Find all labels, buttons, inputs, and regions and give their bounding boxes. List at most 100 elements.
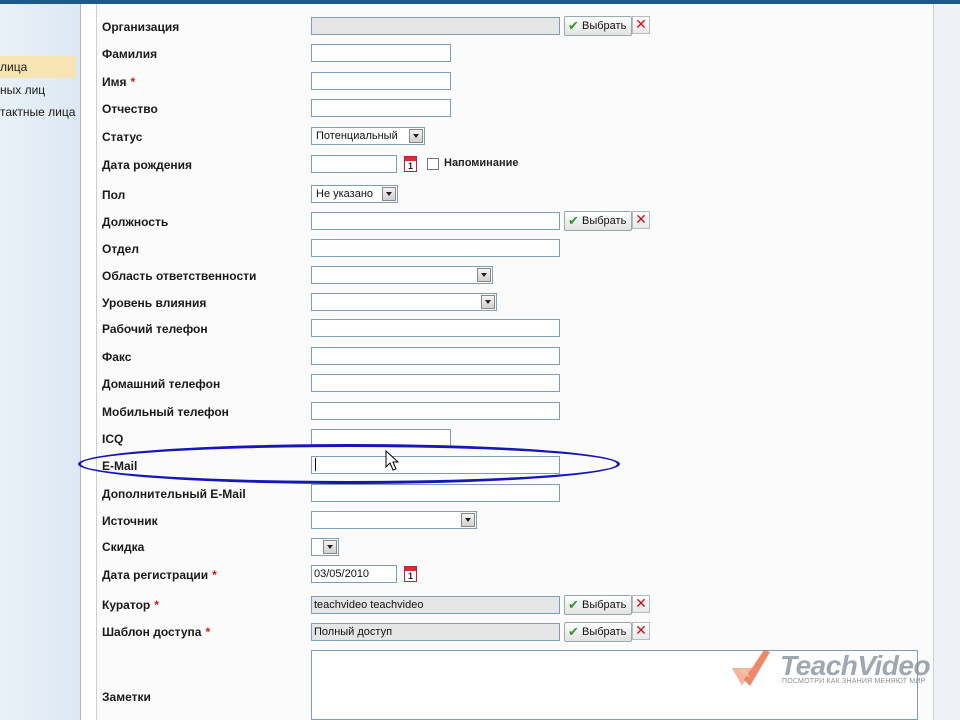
row-status: Статус Потенциальный xyxy=(100,127,930,153)
row-email: E-Mail xyxy=(100,456,930,482)
chevron-down-icon xyxy=(323,540,337,554)
responsibility-area-select[interactable] xyxy=(311,266,493,284)
status-selected: Потенциальный xyxy=(316,130,398,142)
chevron-down-icon xyxy=(382,187,396,201)
row-registration-date: Дата регистрации * 03/05/2010 xyxy=(100,565,930,591)
row-discount: Скидка xyxy=(100,538,930,564)
work-phone-label: Рабочий телефон xyxy=(102,322,208,336)
row-source: Источник xyxy=(100,511,930,537)
last-name-field[interactable] xyxy=(311,44,451,62)
teachvideo-logo: TeachVideo ПОСМОТРИ КАК ЗНАНИЯ МЕНЯЮТ МИ… xyxy=(728,646,931,690)
sidebar-item-all-contacts[interactable]: тактные лица xyxy=(0,101,75,123)
choose-button-label: Выбрать xyxy=(582,20,627,32)
registration-date-label: Дата регистрации * xyxy=(102,568,217,582)
registration-date-field[interactable]: 03/05/2010 xyxy=(311,565,397,583)
birth-date-field[interactable] xyxy=(311,155,397,173)
row-influence-level: Уровень влияния xyxy=(100,293,930,319)
choose-button-label: Выбрать xyxy=(582,626,627,638)
home-phone-field[interactable] xyxy=(311,374,560,392)
organization-clear-button[interactable]: ✕ xyxy=(632,16,650,34)
mouse-cursor-icon xyxy=(385,450,399,471)
access-template-clear-button[interactable]: ✕ xyxy=(632,622,650,640)
row-extra-email: Дополнительный E-Mail xyxy=(100,484,930,510)
gender-select[interactable]: Не указано xyxy=(311,185,398,203)
check-icon: ✔ xyxy=(568,624,579,639)
logo-mark-icon xyxy=(732,650,770,686)
reminder-label: Напоминание xyxy=(444,157,519,169)
row-gender: Пол Не указано xyxy=(100,185,930,211)
calendar-icon[interactable] xyxy=(404,156,417,172)
close-icon: ✕ xyxy=(635,622,647,638)
gender-selected: Не указано xyxy=(316,188,374,200)
choose-button-label: Выбрать xyxy=(582,599,627,611)
organization-choose-button[interactable]: ✔ Выбрать xyxy=(564,16,632,36)
fax-field[interactable] xyxy=(311,347,560,365)
position-choose-button[interactable]: ✔ Выбрать xyxy=(564,211,632,231)
close-icon: ✕ xyxy=(635,595,647,611)
chevron-down-icon xyxy=(409,129,423,143)
organization-field[interactable] xyxy=(311,17,560,35)
chevron-down-icon xyxy=(481,295,495,309)
row-organization: Организация ✔ Выбрать ✕ xyxy=(100,16,930,43)
first-name-field[interactable] xyxy=(311,72,451,90)
row-home-phone: Домашний телефон xyxy=(100,374,930,400)
curator-label: Куратор * xyxy=(102,598,159,612)
sidebar-item-contacts[interactable]: лица xyxy=(0,56,76,78)
notes-label: Заметки xyxy=(102,690,151,704)
status-label: Статус xyxy=(102,130,143,144)
first-name-label: Имя * xyxy=(102,75,136,89)
check-icon: ✔ xyxy=(568,18,579,33)
organization-label: Организация xyxy=(102,20,180,34)
required-mark: * xyxy=(212,568,217,582)
row-fax: Факс xyxy=(100,347,930,373)
home-phone-label: Домашний телефон xyxy=(102,377,221,391)
fax-label: Факс xyxy=(102,350,132,364)
influence-level-select[interactable] xyxy=(311,293,497,311)
mobile-phone-label: Мобильный телефон xyxy=(102,405,229,419)
row-last-name: Фамилия xyxy=(100,44,930,70)
check-icon: ✔ xyxy=(568,213,579,228)
extra-email-field[interactable] xyxy=(311,484,560,502)
choose-button-label: Выбрать xyxy=(582,215,627,227)
curator-field[interactable]: teachvideo teachvideo xyxy=(311,596,560,614)
department-field[interactable] xyxy=(311,239,560,257)
sidebar-item-label: ных лиц xyxy=(0,83,46,97)
sidebar-item-label: тактные лица xyxy=(0,105,76,119)
mobile-phone-field[interactable] xyxy=(311,402,560,420)
curator-clear-button[interactable]: ✕ xyxy=(632,595,650,613)
close-icon: ✕ xyxy=(635,211,647,227)
curator-choose-button[interactable]: ✔ Выбрать xyxy=(564,595,632,615)
row-first-name: Имя * xyxy=(100,72,930,98)
discount-select[interactable] xyxy=(311,538,339,556)
right-gutter xyxy=(934,4,960,720)
row-curator: Куратор * teachvideo teachvideo ✔ Выбрать … xyxy=(100,595,930,622)
extra-email-label: Дополнительный E-Mail xyxy=(102,487,246,501)
sidebar-item-contact-groups[interactable]: ных лиц xyxy=(0,79,45,101)
access-template-choose-button[interactable]: ✔ Выбрать xyxy=(564,622,632,642)
reminder-checkbox[interactable] xyxy=(427,158,439,170)
email-field[interactable] xyxy=(311,456,560,474)
middle-name-field[interactable] xyxy=(311,99,451,117)
required-mark: * xyxy=(205,625,211,639)
required-mark: * xyxy=(154,598,159,612)
position-label: Должность xyxy=(102,215,169,229)
status-select[interactable]: Потенциальный xyxy=(311,127,425,145)
responsibility-area-label: Область ответственности xyxy=(102,269,257,283)
access-template-label: Шаблон доступа * xyxy=(102,625,211,639)
gender-label: Пол xyxy=(102,188,126,202)
source-label: Источник xyxy=(102,514,158,528)
calendar-icon[interactable] xyxy=(404,566,417,582)
position-clear-button[interactable]: ✕ xyxy=(632,211,650,229)
work-phone-field[interactable] xyxy=(311,319,560,337)
source-select[interactable] xyxy=(311,511,477,529)
row-responsibility-area: Область ответственности xyxy=(100,266,930,292)
row-work-phone: Рабочий телефон xyxy=(100,319,930,345)
row-position: Должность ✔ Выбрать ✕ xyxy=(100,211,930,238)
access-template-field[interactable]: Полный доступ xyxy=(311,623,560,641)
text-caret xyxy=(315,458,316,471)
row-mobile-phone: Мобильный телефон xyxy=(100,402,930,428)
position-field[interactable] xyxy=(311,212,560,230)
icq-field[interactable] xyxy=(311,429,451,447)
middle-name-label: Отчество xyxy=(102,102,158,116)
chevron-down-icon xyxy=(477,268,491,282)
